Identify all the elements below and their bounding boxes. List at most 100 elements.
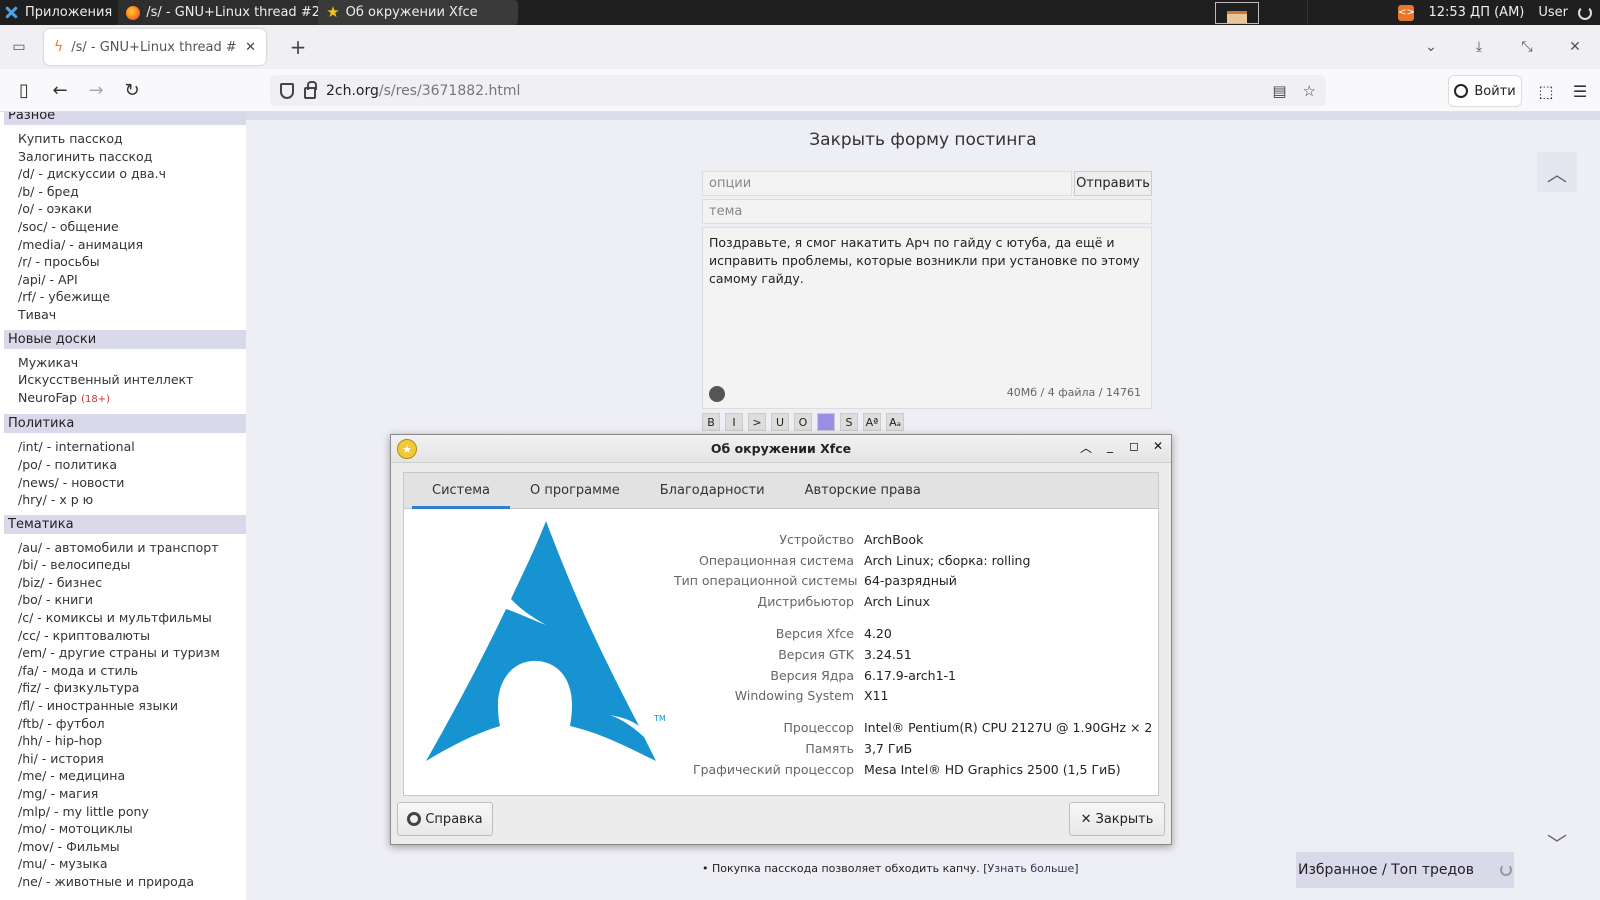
tab-credits[interactable]: Благодарности — [640, 483, 785, 508]
applications-menu[interactable]: Приложения — [0, 0, 118, 25]
lock-icon[interactable] — [304, 80, 317, 99]
send-button[interactable]: Отправить — [1074, 171, 1152, 196]
format-button[interactable]: U — [771, 413, 789, 431]
sidebar-board-link[interactable]: Залогинить пасскод — [18, 148, 246, 166]
tab-system[interactable]: Система — [412, 483, 511, 509]
sidebar-board-link[interactable]: /fiz/ - физкультура — [18, 679, 246, 697]
sidebar-board-link[interactable]: /hi/ - история — [18, 750, 246, 768]
sidebar-board-link[interactable]: NeuroFap (18+) — [18, 389, 246, 409]
sidebar-board-link[interactable]: /mov/ - Фильмы — [18, 838, 246, 856]
tracking-protection-icon[interactable] — [280, 82, 294, 99]
new-tab-icon[interactable]: + — [284, 35, 312, 59]
dialog-titlebar[interactable]: ★ Об окружении Xfce ︿ _ ◻ ✕ — [391, 435, 1171, 463]
url-text[interactable]: 2ch.org/s/res/3671882.html — [326, 83, 1262, 99]
sidebar-board-link[interactable]: /c/ - комиксы и мультфильмы — [18, 609, 246, 627]
tab-list-chevron-icon[interactable]: ⌄ — [1420, 39, 1442, 55]
tab-copyright[interactable]: Авторские права — [785, 483, 941, 508]
help-button[interactable]: Справка — [397, 802, 493, 836]
minimize-icon[interactable]: _ — [1103, 439, 1117, 456]
forward-icon[interactable]: → — [78, 74, 114, 106]
favorites-bar[interactable]: Избранное / Топ тредов — [1296, 852, 1514, 888]
options-input[interactable]: опции — [702, 171, 1072, 196]
clock[interactable]: 12:53 ДП (AM) — [1428, 5, 1524, 20]
format-button[interactable]: Aₐ — [886, 413, 904, 431]
tab-about[interactable]: О программе — [510, 483, 640, 508]
code-tray-icon[interactable]: <> — [1398, 4, 1415, 21]
close-tab-icon[interactable]: ✕ — [245, 40, 256, 55]
sidebar-board-link[interactable]: Искусственный интеллект — [18, 371, 246, 389]
sidebar-board-link[interactable]: /em/ - другие страны и туризм — [18, 644, 246, 662]
format-button[interactable]: O — [794, 413, 812, 431]
sidebar-board-link[interactable]: /au/ - автомобили и транспорт — [18, 539, 246, 557]
sidebar-board-link[interactable]: Тивач — [18, 306, 246, 324]
message-textarea[interactable]: Поздравьте, я смог накатить Арч по гайду… — [702, 227, 1152, 409]
sidebar-board-link[interactable]: /b/ - бред — [18, 183, 246, 201]
sidebar-board-link[interactable]: /mu/ - музыка — [18, 855, 246, 873]
workspace-switcher[interactable] — [1215, 1, 1260, 24]
browser-tab[interactable]: ϟ /s/ - GNU+Linux thread #212 ✕ — [44, 29, 266, 65]
sidebar-board-link[interactable]: /mg/ - магия — [18, 785, 246, 803]
sidebar-board-link[interactable]: /o/ - оэкаки — [18, 200, 246, 218]
shade-icon[interactable]: ︿ — [1079, 439, 1093, 456]
sidebar-board-link[interactable]: Мужикач — [18, 354, 246, 372]
sidebar-board-link[interactable]: /biz/ - бизнес — [18, 574, 246, 592]
back-icon[interactable]: ← — [42, 74, 78, 106]
user-menu[interactable]: User — [1538, 5, 1568, 20]
sidebar-board-link[interactable]: /r/ - просьбы — [18, 253, 246, 271]
reload-icon[interactable]: ↻ — [114, 74, 150, 106]
topic-input[interactable]: тема — [702, 199, 1152, 224]
power-icon[interactable] — [1578, 5, 1592, 20]
window-close-icon[interactable]: ✕ — [1564, 39, 1586, 55]
sidebar-board-link[interactable]: /int/ - international — [18, 438, 246, 456]
sidebar-board-link[interactable]: /d/ - дискуссии о два.ч — [18, 165, 246, 183]
close-button[interactable]: ✕ Закрыть — [1069, 802, 1165, 836]
format-button[interactable]: > — [748, 413, 766, 431]
sidebar-board-link[interactable]: /cc/ - криптовалюты — [18, 627, 246, 645]
taskbar-item-about-xfce[interactable]: ★ Об окружении Xfce — [318, 0, 519, 25]
scroll-up-icon[interactable]: ︿ — [1537, 152, 1577, 192]
sidebar-board-link[interactable]: /news/ - новости — [18, 474, 246, 492]
close-window-icon[interactable]: ✕ — [1151, 439, 1165, 456]
sidebar-board-link[interactable]: /fa/ - мода и стиль — [18, 662, 246, 680]
sidebar-section-header: Разное — [4, 112, 246, 125]
sidebar-toggle-icon[interactable]: ▯ — [6, 74, 42, 106]
sidebar-board-link[interactable]: /mo/ - мотоциклы — [18, 820, 246, 838]
format-button[interactable]: Aª — [863, 413, 881, 431]
sidebar-board-link[interactable]: /mlp/ - my little pony — [18, 803, 246, 821]
sidebar-board-link[interactable]: /rf/ - убежище — [18, 288, 246, 306]
extensions-icon[interactable]: ⤡ — [1516, 39, 1538, 55]
sidebar-board-link[interactable]: /me/ - медицина — [18, 767, 246, 785]
format-button[interactable]: I — [725, 413, 743, 431]
sidebar-board-link[interactable]: /media/ - анимация — [18, 236, 246, 254]
extensions-puzzle-icon[interactable]: ⬚ — [1532, 75, 1560, 107]
format-button[interactable]: B — [702, 413, 720, 431]
sidebar-board-link[interactable]: /po/ - политика — [18, 456, 246, 474]
bookmark-star-icon[interactable]: ☆ — [1303, 82, 1316, 100]
sidebar-board-link[interactable]: Купить пасскод — [18, 130, 246, 148]
firefox-view-icon[interactable]: ▭ — [0, 25, 38, 69]
sidebar-board-link[interactable]: /soc/ - общение — [18, 218, 246, 236]
posting-form: опции Отправить тема Поздравьте, я смог … — [702, 171, 1152, 431]
sidebar-board-link[interactable]: /hh/ - hip-hop — [18, 732, 246, 750]
sidebar-board-link[interactable]: /fl/ - иностранные языки — [18, 697, 246, 715]
scroll-down-icon[interactable]: ﹀ — [1537, 822, 1577, 862]
sidebar-board-link[interactable]: /hry/ - х р ю — [18, 491, 246, 509]
sidebar-board-link[interactable]: /ne/ - животные и природа — [18, 873, 246, 891]
taskbar-item-firefox[interactable]: /s/ - GNU+Linux thread #21… — [118, 0, 319, 25]
close-posting-form-link[interactable]: Закрыть форму постинга — [246, 130, 1600, 150]
refresh-spinner-icon[interactable] — [1500, 864, 1512, 876]
sidebar-board-link[interactable]: /api/ - API — [18, 271, 246, 289]
attach-picture-icon[interactable] — [709, 386, 725, 402]
app-menu-icon[interactable]: ☰ — [1566, 75, 1594, 107]
downloads-icon[interactable]: ⤓ — [1468, 39, 1490, 55]
maximize-icon[interactable]: ◻ — [1127, 439, 1141, 456]
account-login-button[interactable]: Войти — [1448, 75, 1522, 107]
sidebar-board-link[interactable]: /bo/ - книги — [18, 591, 246, 609]
url-bar[interactable]: 2ch.org/s/res/3671882.html ▤ ☆ — [270, 75, 1326, 106]
format-button[interactable] — [817, 413, 835, 431]
sidebar-board-link[interactable]: /bi/ - велосипеды — [18, 556, 246, 574]
sidebar-board-link[interactable]: /ftb/ - футбол — [18, 715, 246, 733]
learn-more-link[interactable]: Узнать больше — [988, 862, 1075, 875]
format-button[interactable]: S — [840, 413, 858, 431]
reader-view-icon[interactable]: ▤ — [1272, 82, 1286, 100]
